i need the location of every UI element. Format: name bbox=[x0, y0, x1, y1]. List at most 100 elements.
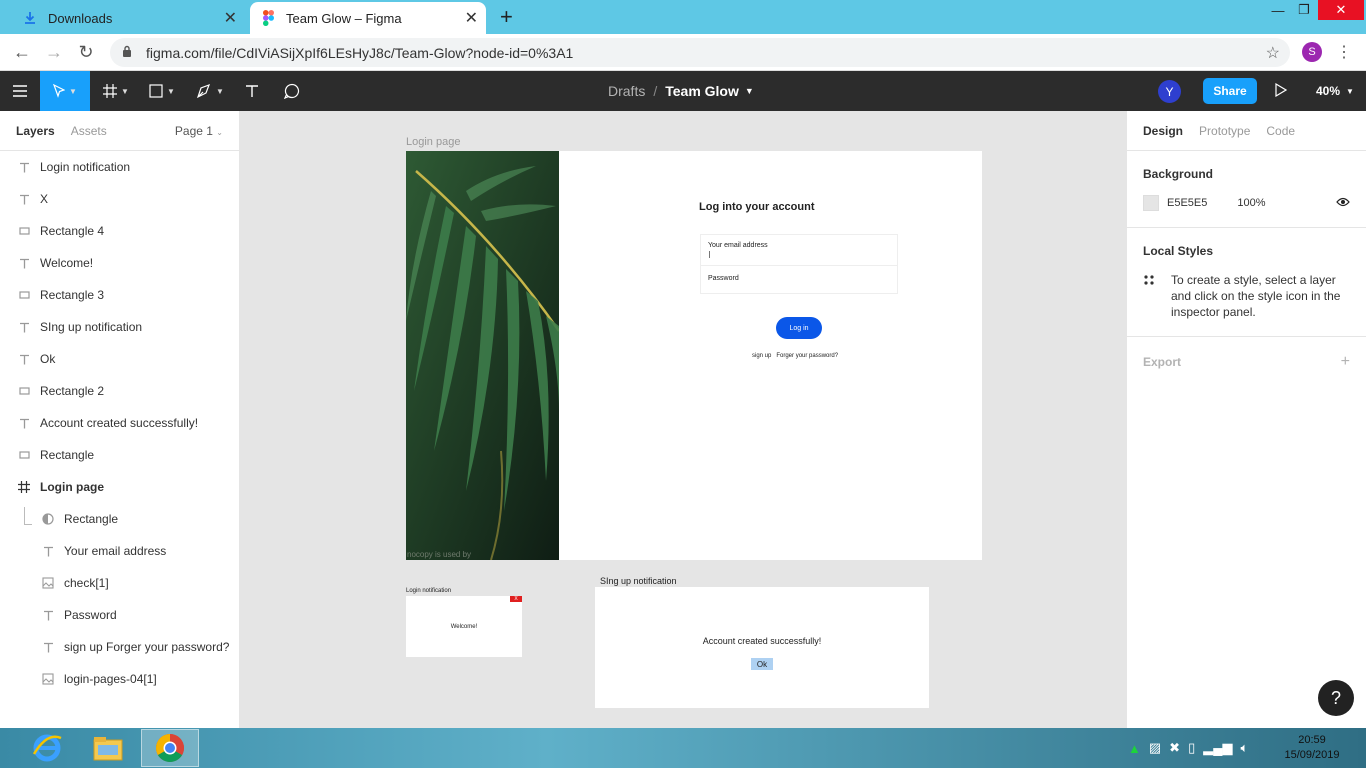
layer-label: Rectangle 3 bbox=[40, 288, 105, 302]
network-error-icon[interactable]: ✖ bbox=[1169, 740, 1180, 756]
present-play-icon[interactable] bbox=[1275, 82, 1288, 102]
internet-explorer-icon[interactable] bbox=[18, 729, 76, 767]
background-swatch[interactable] bbox=[1143, 195, 1159, 211]
canvas[interactable]: Login page nocopy is used by Log into yo… bbox=[240, 111, 1126, 728]
login-notification-frame[interactable]: X Welcome! bbox=[406, 596, 522, 657]
password-field[interactable]: Password bbox=[701, 265, 897, 295]
profile-avatar[interactable]: S bbox=[1302, 42, 1322, 62]
layer-item[interactable]: Login page bbox=[0, 471, 239, 503]
layer-item[interactable]: Rectangle 2 bbox=[0, 375, 239, 407]
page-selector[interactable]: Page 1 ⌄ bbox=[175, 124, 223, 138]
signup-links[interactable]: sign up Forger your password? bbox=[752, 353, 838, 359]
new-tab-icon[interactable]: + bbox=[500, 4, 513, 30]
layer-label: Rectangle bbox=[40, 448, 95, 462]
move-tool-icon[interactable]: ▼ bbox=[40, 71, 90, 111]
layer-item[interactable]: Password bbox=[0, 599, 239, 631]
export-section: Export + bbox=[1127, 337, 1366, 387]
restore-icon[interactable]: ❐ bbox=[1292, 0, 1316, 20]
browser-menu-icon[interactable]: ⋮ bbox=[1336, 42, 1352, 62]
volume-icon[interactable]: 🔈︎ bbox=[1240, 740, 1248, 756]
comment-tool-icon[interactable] bbox=[278, 71, 306, 111]
layer-item[interactable]: Welcome! bbox=[0, 247, 239, 279]
breadcrumb: Drafts / Team Glow ▼ bbox=[608, 71, 754, 111]
main-menu-icon[interactable] bbox=[0, 71, 40, 111]
chrome-icon[interactable] bbox=[141, 729, 199, 767]
system-clock[interactable]: 20:59 15/09/2019 bbox=[1280, 733, 1344, 763]
minimize-icon[interactable]: — bbox=[1266, 0, 1290, 20]
local-styles-title: Local Styles bbox=[1143, 244, 1214, 258]
pen-tool-icon[interactable]: ▼ bbox=[190, 71, 230, 111]
signup-notification-frame[interactable]: Account created successfully! Ok bbox=[595, 587, 929, 708]
image-caption: nocopy is used by bbox=[407, 550, 472, 559]
bookmark-star-icon[interactable]: ☆ bbox=[1266, 43, 1280, 63]
frame-label[interactable]: Login page bbox=[406, 136, 460, 148]
layer-item[interactable]: sign up Forger your password? bbox=[0, 631, 239, 663]
share-button[interactable]: Share bbox=[1203, 78, 1257, 104]
image-layer-icon bbox=[40, 575, 56, 591]
notification-close-button[interactable]: X bbox=[510, 596, 522, 602]
url-field[interactable]: figma.com/file/CdIViASijXpIf6LEsHyJ8c/Te… bbox=[110, 38, 1290, 67]
download-icon bbox=[22, 10, 38, 26]
eye-icon[interactable] bbox=[1336, 197, 1350, 210]
layer-item[interactable]: check[1] bbox=[0, 567, 239, 599]
tab-assets[interactable]: Assets bbox=[71, 124, 107, 138]
chevron-down-icon[interactable]: ▼ bbox=[745, 86, 754, 96]
close-window-icon[interactable]: ✕ bbox=[1318, 0, 1364, 20]
layer-item[interactable]: Rectangle 3 bbox=[0, 279, 239, 311]
shape-tool-icon[interactable]: ▼ bbox=[142, 71, 182, 111]
layer-item[interactable]: login-pages-04[1] bbox=[0, 663, 239, 695]
back-icon[interactable]: ← bbox=[12, 42, 32, 62]
tab-layers[interactable]: Layers bbox=[16, 124, 55, 138]
tray-app2-icon[interactable]: ▨ bbox=[1149, 740, 1161, 756]
background-hex[interactable]: E5E5E5 bbox=[1167, 197, 1207, 209]
file-explorer-icon[interactable] bbox=[79, 729, 137, 767]
signal-icon[interactable]: ▂▄▆ bbox=[1203, 740, 1232, 756]
email-label: Your email address bbox=[708, 242, 768, 249]
layer-item[interactable]: Rectangle bbox=[0, 439, 239, 471]
layer-item[interactable]: Ok bbox=[0, 343, 239, 375]
tab-code[interactable]: Code bbox=[1266, 124, 1295, 138]
breadcrumb-drafts[interactable]: Drafts bbox=[608, 83, 645, 99]
layer-item[interactable]: Your email address bbox=[0, 535, 239, 567]
background-opacity[interactable]: 100% bbox=[1237, 197, 1265, 209]
battery-icon[interactable]: ▯ bbox=[1188, 740, 1195, 756]
email-field[interactable]: Your email address bbox=[701, 235, 897, 265]
local-styles-hint-row: To create a style, select a layer and cl… bbox=[1143, 272, 1350, 320]
ok-button[interactable]: Ok bbox=[751, 658, 773, 670]
account-created-text: Account created successfully! bbox=[702, 636, 822, 646]
close-tab-icon[interactable]: ✕ bbox=[224, 8, 237, 28]
tab-figma[interactable]: Team Glow – Figma ✕ bbox=[250, 2, 486, 34]
text-cursor bbox=[709, 251, 710, 258]
layer-item[interactable]: X bbox=[0, 183, 239, 215]
tab-downloads[interactable]: Downloads ✕ bbox=[10, 2, 245, 34]
tray-app-icon[interactable]: ▲ bbox=[1128, 741, 1141, 756]
close-tab-icon[interactable]: ✕ bbox=[465, 8, 478, 28]
clock-date: 15/09/2019 bbox=[1284, 749, 1340, 761]
layer-item[interactable]: Rectangle bbox=[0, 503, 239, 535]
layer-item[interactable]: Account created successfully! bbox=[0, 407, 239, 439]
user-avatar[interactable]: Y bbox=[1158, 80, 1181, 103]
background-section: Background E5E5E5 100% bbox=[1127, 151, 1366, 228]
palm-leaf-image[interactable]: nocopy is used by bbox=[406, 151, 559, 560]
forward-icon[interactable]: → bbox=[44, 42, 64, 62]
file-name[interactable]: Team Glow bbox=[665, 83, 739, 99]
zoom-level: 40% bbox=[1316, 84, 1341, 98]
layer-label: X bbox=[40, 192, 49, 206]
zoom-menu[interactable]: 40% ▼ bbox=[1316, 71, 1354, 111]
add-export-icon[interactable]: + bbox=[1341, 353, 1350, 371]
layer-item[interactable]: Login notification bbox=[0, 151, 239, 183]
text-tool-icon[interactable] bbox=[238, 71, 266, 111]
clock-time: 20:59 bbox=[1298, 734, 1326, 746]
tab-design[interactable]: Design bbox=[1143, 124, 1183, 138]
layer-item[interactable]: SIng up notification bbox=[0, 311, 239, 343]
login-button[interactable]: Log in bbox=[776, 317, 822, 339]
layer-item[interactable]: Rectangle 4 bbox=[0, 215, 239, 247]
login-page-frame[interactable]: nocopy is used by Log into your account … bbox=[406, 151, 982, 560]
design-panel-tabs: Design Prototype Code bbox=[1127, 111, 1366, 151]
frame-tool-icon[interactable]: ▼ bbox=[96, 71, 136, 111]
help-button[interactable]: ? bbox=[1318, 680, 1354, 716]
tab-prototype[interactable]: Prototype bbox=[1199, 124, 1250, 138]
rectangle-layer-icon bbox=[16, 287, 32, 303]
reload-icon[interactable]: ↻ bbox=[76, 42, 96, 62]
browser-tabstrip: Downloads ✕ Team Glow – Figma ✕ + — ❐ ✕ bbox=[0, 0, 1366, 34]
